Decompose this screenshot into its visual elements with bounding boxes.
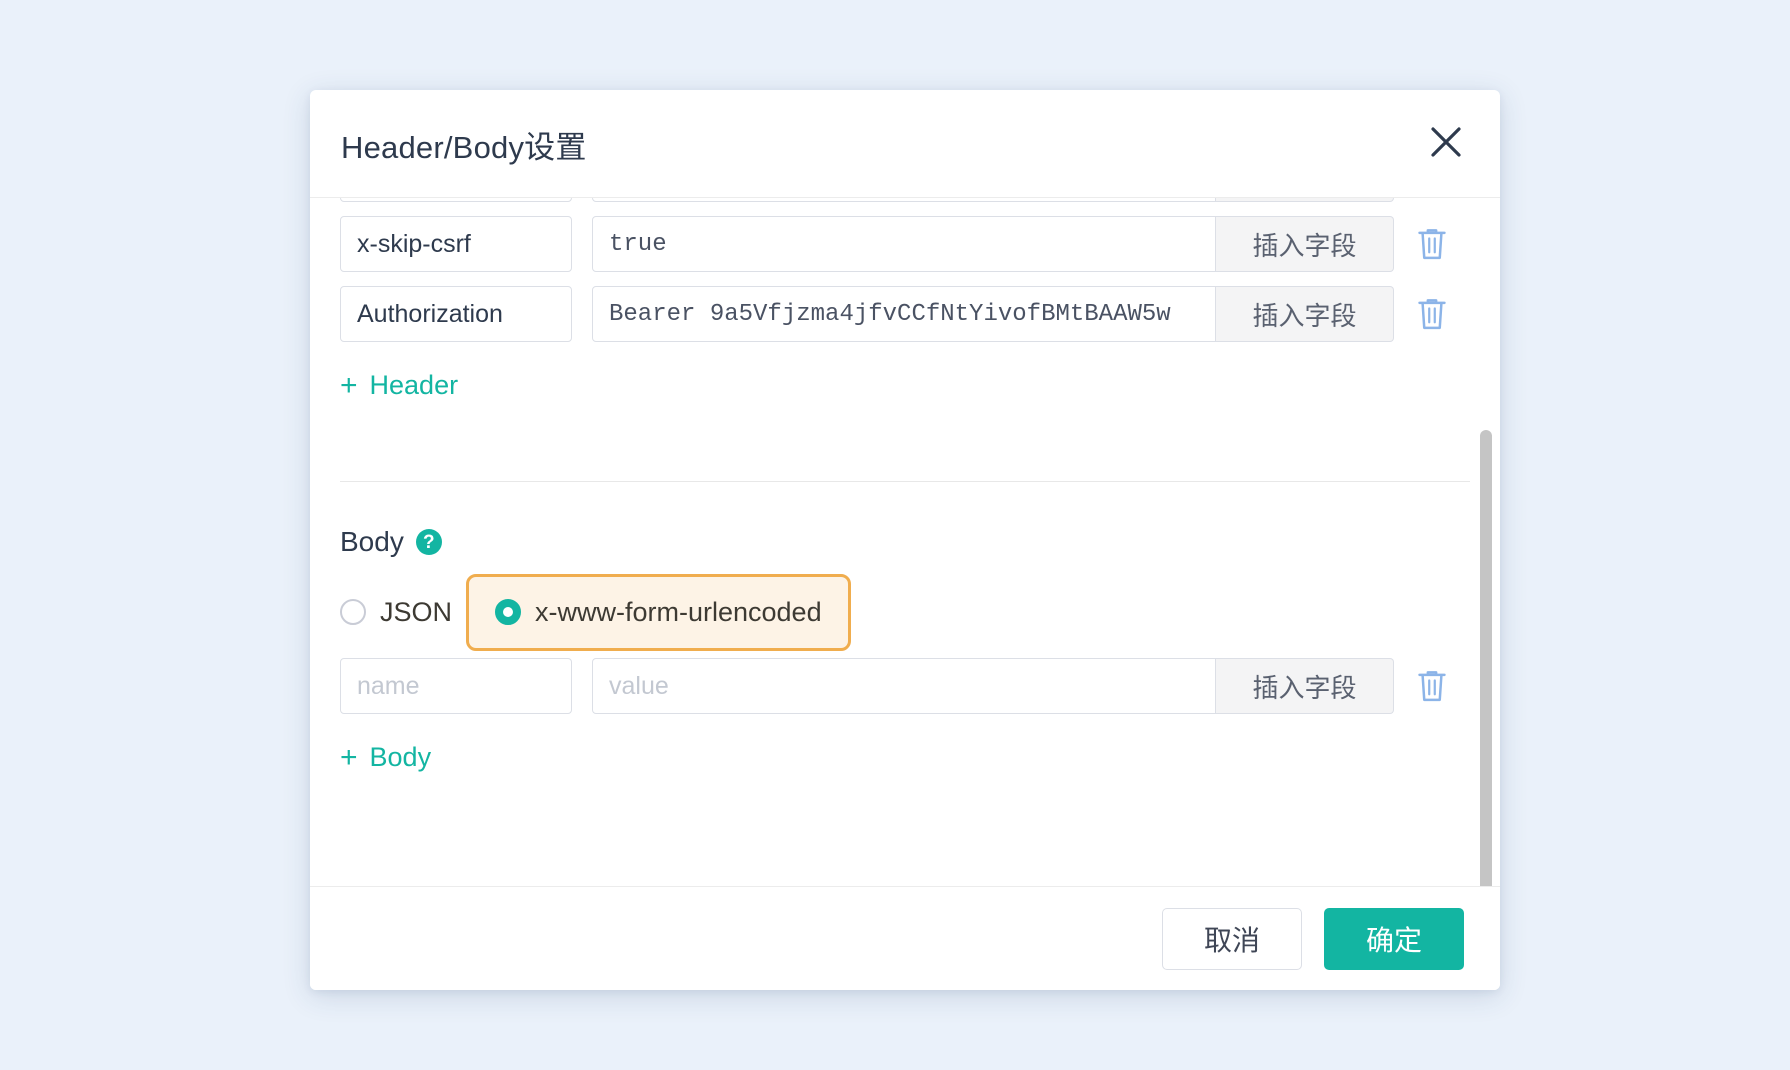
header-value-input[interactable]: true: [592, 216, 1216, 272]
body-section-header: Body ?: [340, 526, 1470, 558]
delete-row-button[interactable]: [1394, 668, 1470, 704]
body-label: Body: [340, 526, 404, 558]
page-title: Header/Body设置: [341, 122, 587, 167]
body-name-input[interactable]: name: [340, 658, 572, 714]
dialog-titlebar: Header/Body设置: [310, 90, 1500, 198]
body-value-input[interactable]: value: [592, 658, 1216, 714]
plus-icon: +: [340, 371, 358, 401]
dialog-footer: 取消 确定: [310, 886, 1500, 990]
cancel-button[interactable]: 取消: [1162, 908, 1302, 970]
radio-option-label: x-www-form-urlencoded: [535, 597, 822, 628]
help-icon[interactable]: ?: [416, 529, 442, 555]
section-divider: [340, 481, 1470, 482]
header-name-input[interactable]: Authorization: [340, 286, 572, 342]
insert-field-button[interactable]: 插入字段: [1216, 658, 1394, 714]
radio-circle-icon: [495, 599, 521, 625]
radio-highlight-box: x-www-form-urlencoded: [466, 574, 851, 651]
add-body-label: Body: [370, 742, 432, 773]
vertical-scrollbar[interactable]: [1480, 430, 1492, 886]
table-row-clipped: 插入字段: [340, 198, 1470, 216]
delete-row-button[interactable]: [1394, 226, 1470, 262]
add-header-label: Header: [370, 370, 459, 401]
plus-icon: +: [340, 743, 358, 773]
close-icon[interactable]: [1420, 116, 1472, 168]
header-name-input[interactable]: [340, 198, 572, 202]
add-header-button[interactable]: + Header: [340, 370, 458, 401]
dialog-scroll-area: 插入字段 x-skip-csrf true 插入字段: [310, 198, 1500, 886]
header-body-settings-dialog: Header/Body设置 插入字段: [310, 90, 1500, 990]
delete-row-button[interactable]: [1394, 296, 1470, 332]
radio-option-label: JSON: [380, 597, 452, 628]
body-type-radio-group: JSON x-www-form-urlencoded: [340, 572, 1470, 652]
radio-option-urlencoded[interactable]: x-www-form-urlencoded: [495, 597, 822, 628]
radio-circle-icon: [340, 599, 366, 625]
confirm-button[interactable]: 确定: [1324, 908, 1464, 970]
table-row: name value 插入字段: [340, 658, 1470, 714]
header-value-input[interactable]: Bearer 9a5Vfjzma4jfvCCfNtYivofBMtBAAW5w: [592, 286, 1216, 342]
spacer: [340, 401, 1470, 481]
header-value-input[interactable]: [592, 198, 1216, 202]
add-body-button[interactable]: + Body: [340, 742, 431, 773]
insert-field-button[interactable]: 插入字段: [1216, 216, 1394, 272]
table-row: x-skip-csrf true 插入字段: [340, 216, 1470, 272]
insert-field-button[interactable]: 插入字段: [1216, 198, 1394, 202]
header-name-input[interactable]: x-skip-csrf: [340, 216, 572, 272]
table-row: Authorization Bearer 9a5Vfjzma4jfvCCfNtY…: [340, 286, 1470, 342]
insert-field-button[interactable]: 插入字段: [1216, 286, 1394, 342]
header-row: 插入字段: [340, 198, 1470, 202]
radio-option-json[interactable]: JSON: [340, 597, 452, 628]
